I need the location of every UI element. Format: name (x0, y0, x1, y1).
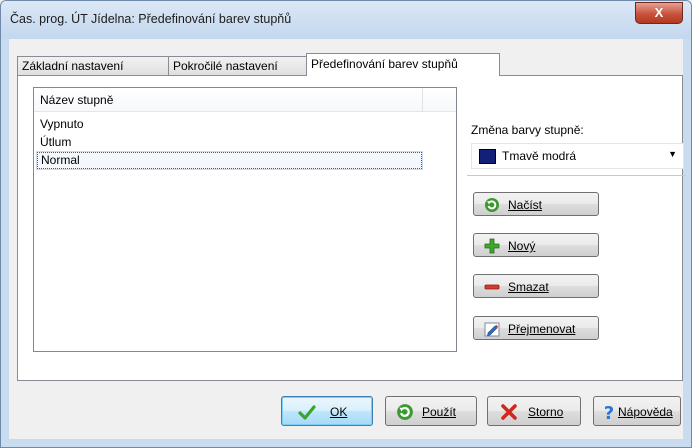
delete-button-label: Smazat (508, 280, 549, 294)
color-swatch (479, 149, 496, 164)
window-title: Čas. prog. ÚT Jídelna: Předefinování bar… (10, 12, 292, 26)
rename-button[interactable]: Přejmenovat (473, 316, 599, 340)
column-separator[interactable] (422, 88, 423, 111)
plus-icon (484, 238, 500, 254)
column-header-nazev: Název stupně (40, 93, 114, 107)
apply-button[interactable]: Použít (385, 396, 477, 426)
tab-zakladni-nastaveni[interactable]: Základní nastavení (17, 56, 169, 75)
minus-icon (484, 284, 500, 290)
cancel-button[interactable]: Storno (487, 396, 581, 426)
checkmark-icon (298, 405, 316, 420)
color-change-label: Změna barvy stupně: (471, 123, 584, 137)
apply-button-label: Použít (422, 405, 457, 419)
close-icon (501, 404, 517, 420)
tab-predefinovani-barev[interactable]: Předefinování barev stupňů (306, 53, 500, 76)
rename-pencil-icon (484, 322, 500, 337)
refresh-icon (397, 404, 413, 420)
svg-text:?: ? (604, 403, 614, 421)
list-item-normal[interactable]: Normal (36, 151, 423, 170)
delete-button[interactable]: Smazat (473, 274, 599, 298)
new-button[interactable]: Nový (473, 233, 599, 257)
help-button[interactable]: ? Nápověda (593, 396, 681, 426)
cancel-button-label: Storno (528, 405, 564, 419)
close-button[interactable]: X (635, 2, 683, 24)
dialog-body: Základní nastavení Pokročilé nastavení P… (9, 39, 686, 439)
load-button[interactable]: Načíst (473, 192, 599, 216)
tab-pokrocile-nastaveni[interactable]: Pokročilé nastavení (168, 56, 307, 75)
list-item-vypnuto[interactable]: Vypnuto (37, 116, 422, 133)
help-icon: ? (604, 403, 614, 421)
refresh-icon (485, 198, 499, 212)
color-select[interactable]: Tmavě modrá ▼ (471, 143, 684, 169)
list-item-utlum[interactable]: Útlum (37, 134, 422, 151)
dialog-window: Čas. prog. ÚT Jídelna: Předefinování bar… (0, 0, 692, 448)
load-button-label: Načíst (508, 198, 543, 212)
rename-button-label: Přejmenovat (508, 322, 576, 336)
ok-button-label: OK (330, 405, 348, 419)
new-button-label: Nový (508, 239, 536, 253)
help-button-label: Nápověda (618, 405, 673, 419)
title-bar[interactable]: Čas. prog. ÚT Jídelna: Předefinování bar… (1, 1, 691, 39)
stage-list[interactable]: Název stupně Vypnuto Útlum Normal (33, 87, 457, 352)
side-divider (467, 175, 686, 176)
color-select-value: Tmavě modrá (502, 149, 577, 163)
ok-button[interactable]: OK (281, 396, 373, 426)
chevron-down-icon[interactable]: ▼ (668, 149, 677, 159)
list-header[interactable]: Název stupně (34, 88, 456, 112)
